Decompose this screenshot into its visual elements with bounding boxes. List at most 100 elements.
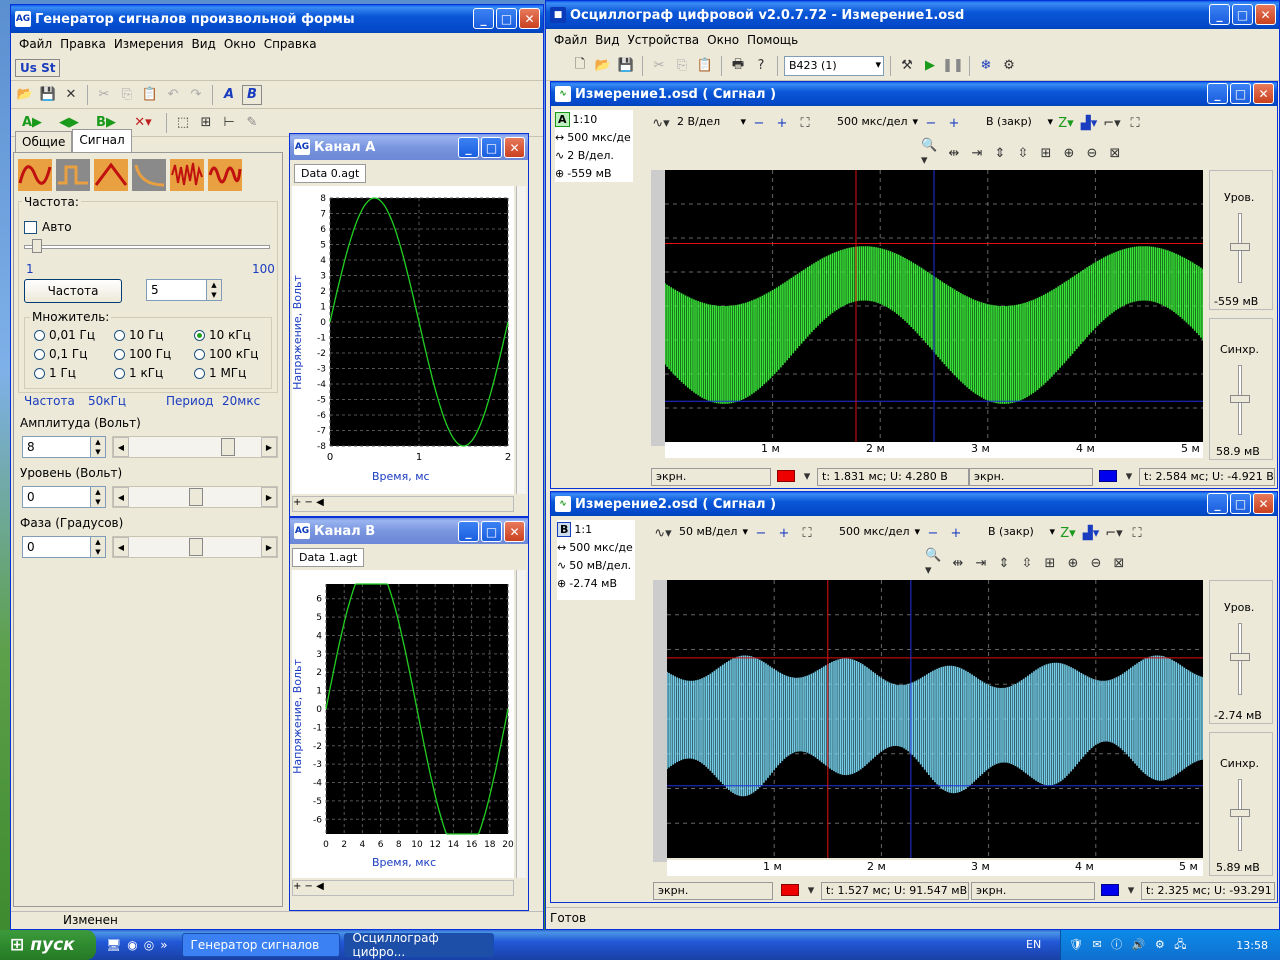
mult-radio-0.01hz[interactable]: 0,01 Гц <box>34 328 95 342</box>
maximize-button[interactable]: □ <box>1232 4 1253 25</box>
cursor2-color[interactable] <box>1099 470 1117 482</box>
time-plus-icon[interactable]: + <box>944 113 964 133</box>
cut-icon[interactable]: ✂ <box>649 56 669 76</box>
chart-icon[interactable]: ▟▾ <box>1079 113 1099 133</box>
sync-thumb[interactable] <box>1230 395 1250 403</box>
frequency-slider-thumb[interactable] <box>32 239 42 253</box>
settings-icon[interactable]: ⚙ <box>999 56 1019 76</box>
compress-h-icon[interactable]: ⇥ <box>967 143 987 163</box>
menu-file[interactable]: Файл <box>550 33 591 47</box>
minimize-button[interactable]: _ <box>458 521 479 542</box>
compress-v-icon[interactable]: ⇳ <box>1013 143 1033 163</box>
level-spinner[interactable]: ▲ ▼ <box>90 486 106 508</box>
zoom-icon[interactable]: 🔍▾ <box>925 548 945 578</box>
language-indicator[interactable]: EN <box>1026 938 1041 951</box>
coupling-select[interactable]: В (закр) ▾ <box>985 524 1055 542</box>
zoom-fit-icon[interactable]: ⊞ <box>1040 553 1060 573</box>
cursor1-color[interactable] <box>781 884 799 896</box>
new-icon[interactable]: 🗋 <box>570 56 590 76</box>
paste-icon[interactable]: 📋 <box>140 85 160 105</box>
cursor1-screen-field[interactable]: экрн. <box>653 882 773 900</box>
copy-icon[interactable]: ⎘ <box>672 56 692 76</box>
time-minus-icon[interactable]: − <box>923 523 943 543</box>
amplitude-input[interactable]: 8 <box>22 436 92 458</box>
channel-b-titlebar[interactable]: AG Канал В _ □ ✕ <box>290 518 528 544</box>
close-button[interactable]: ✕ <box>519 8 540 29</box>
expand-v-icon[interactable]: ⇕ <box>990 143 1010 163</box>
menu-help[interactable]: Справка <box>260 37 321 51</box>
zoom-in-icon[interactable]: ⊕ <box>1059 143 1079 163</box>
maximize-button[interactable]: □ <box>481 137 502 158</box>
tab-signal[interactable]: Сигнал <box>72 129 132 152</box>
mult-radio-1khz[interactable]: 1 кГц <box>114 366 163 380</box>
cursor1-color[interactable] <box>777 470 795 482</box>
time-select[interactable]: 500 мкс/дел ▾ <box>834 114 918 132</box>
snowflake-icon[interactable]: ❄ <box>976 56 996 76</box>
copy-icon[interactable]: ⎘ <box>117 85 137 105</box>
close-button[interactable]: ✕ <box>504 521 525 542</box>
paste-icon[interactable]: 📋 <box>695 56 715 76</box>
triangle-wave-icon[interactable] <box>94 159 128 191</box>
channel-a-titlebar[interactable]: AG Канал А _ □ ✕ <box>290 134 528 160</box>
time-minus-icon[interactable]: − <box>921 113 941 133</box>
tools-icon[interactable]: ⚒ <box>897 56 917 76</box>
volt-minus-icon[interactable]: − <box>749 113 769 133</box>
zoom-fit-icon[interactable]: ⊞ <box>1036 143 1056 163</box>
chevron-down-icon[interactable]: ▾ <box>1119 466 1139 486</box>
channel-a-icon[interactable]: A <box>219 85 239 105</box>
expand-v-icon[interactable]: ⇕ <box>994 553 1014 573</box>
time-plus-icon[interactable]: + <box>946 523 966 543</box>
delete-icon[interactable]: ✕ <box>61 85 81 105</box>
measure2-scope-screen[interactable] <box>667 580 1203 858</box>
generator-titlebar[interactable]: AG Генератор сигналов произвольной формы… <box>11 5 543 33</box>
trigger-icon[interactable]: Z▾ <box>1058 523 1078 543</box>
measure1-offset-bar[interactable] <box>651 170 665 446</box>
channel-a-hscroll[interactable]: + − ◀ <box>292 496 514 512</box>
cut-icon[interactable]: ✂ <box>94 85 114 105</box>
mult-radio-10khz[interactable]: 10 кГц <box>194 328 251 342</box>
exponent-wave-icon[interactable] <box>132 159 166 191</box>
zoom-all-icon[interactable]: ⊠ <box>1105 143 1125 163</box>
zoom-out-icon[interactable]: ⊖ <box>1082 143 1102 163</box>
am-wave-icon[interactable] <box>208 159 242 191</box>
volt-select[interactable]: 50 мВ/дел ▾ <box>676 524 748 542</box>
chevron-down-icon[interactable]: ▾ <box>1121 880 1141 900</box>
square-wave-icon[interactable] <box>56 159 90 191</box>
zoom-icon[interactable]: 🔍▾ <box>921 138 941 168</box>
menu-help[interactable]: Помощь <box>743 33 802 47</box>
menu-view[interactable]: Вид <box>187 37 219 51</box>
binoculars-icon[interactable]: ⛶ <box>795 113 815 133</box>
cursor2-color[interactable] <box>1101 884 1119 896</box>
menu-view[interactable]: Вид <box>591 33 623 47</box>
pencil-icon[interactable]: ✎ <box>242 113 262 133</box>
frequency-button[interactable]: Частота <box>24 279 122 303</box>
play-a-icon[interactable]: A▶ <box>15 113 49 133</box>
cursor2-screen-field[interactable]: экрн. <box>969 468 1093 486</box>
help-icon[interactable]: ? <box>751 56 771 76</box>
binoculars-icon[interactable]: ⛶ <box>797 523 817 543</box>
desktop-icon[interactable]: 🖥 <box>106 938 121 952</box>
coupling-icon[interactable]: ∿▾ <box>651 113 671 133</box>
mult-radio-100khz[interactable]: 100 кГц <box>194 347 258 361</box>
amplitude-slider[interactable]: ◀ ▶ <box>112 436 278 458</box>
level-input[interactable]: 0 <box>22 486 92 508</box>
mult-radio-100hz[interactable]: 100 Гц <box>114 347 171 361</box>
maximize-button[interactable]: □ <box>1230 83 1251 104</box>
auto-checkbox[interactable] <box>24 221 37 234</box>
channel-a-vscroll[interactable] <box>516 186 526 494</box>
channel-b-hscroll[interactable]: + − ◀ <box>292 880 514 896</box>
volt-select[interactable]: 2 В/дел ▾ <box>674 114 746 132</box>
minimize-button[interactable]: _ <box>473 8 494 29</box>
start-button[interactable]: ⊞ пуск <box>0 930 96 960</box>
frequency-spinner[interactable]: ▲ ▼ <box>206 279 222 301</box>
measure1-scope-screen[interactable] <box>665 170 1203 442</box>
cursor-icon[interactable]: ⊢ <box>219 113 239 133</box>
units-button[interactable]: Us St <box>15 58 61 77</box>
chevron-down-icon[interactable]: ▾ <box>801 880 821 900</box>
task-oscilloscope[interactable]: Осциллограф цифро... <box>343 931 494 959</box>
phase-spinner[interactable]: ▲ ▼ <box>90 536 106 558</box>
sync-thumb[interactable] <box>1230 809 1250 817</box>
task-generator[interactable]: Генератор сигналов <box>181 933 340 957</box>
mult-radio-1mhz[interactable]: 1 МГц <box>194 366 246 380</box>
save-icon[interactable]: 💾 <box>616 56 636 76</box>
